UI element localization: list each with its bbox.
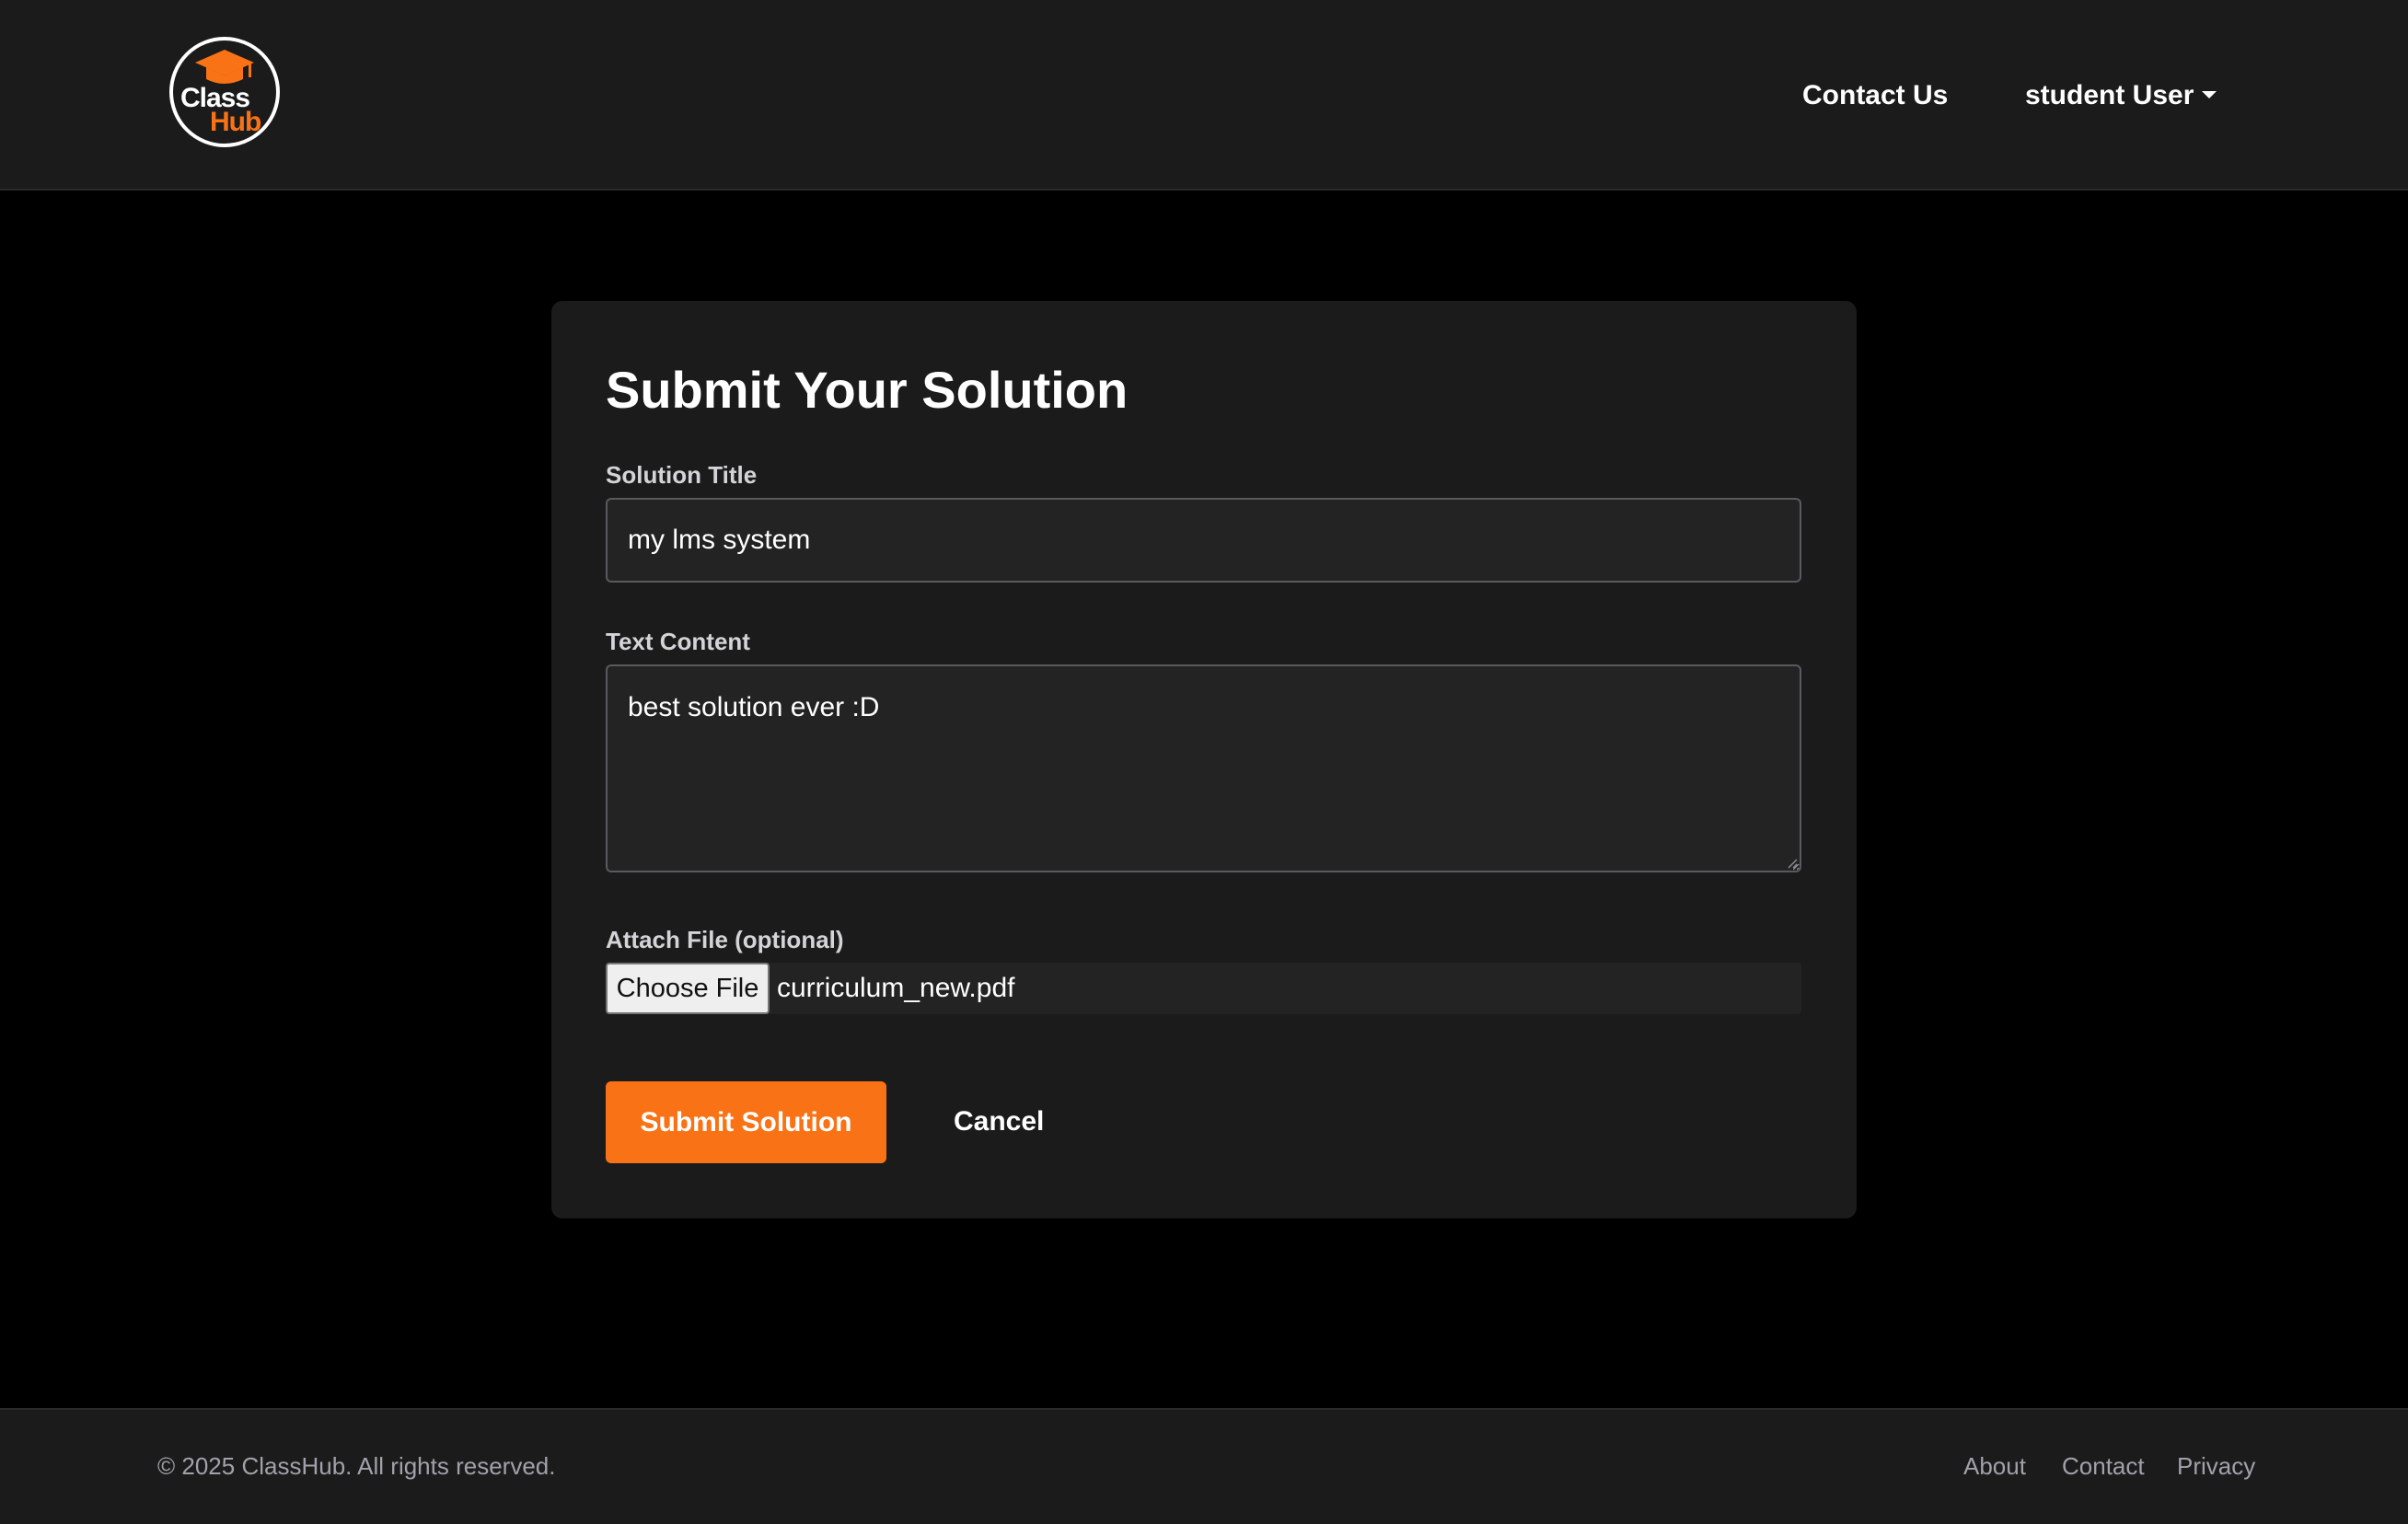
nav-contact-us[interactable]: Contact Us [1802,77,1948,114]
resize-handle-icon[interactable] [1787,858,1798,869]
footer-link-contact[interactable]: Contact [2062,1450,2145,1482]
choose-file-button[interactable]: Choose File [606,963,770,1014]
copyright-text: © 2025 ClassHub. All rights reserved. [157,1452,556,1480]
footer-link-privacy[interactable]: Privacy [2177,1450,2255,1482]
attach-file-label: Attach File (optional) [606,926,844,953]
submit-solution-button[interactable]: Submit Solution [606,1081,886,1163]
solution-title-input[interactable] [606,498,1801,583]
file-input[interactable]: Choose File curriculum_new.pdf [606,963,1801,1014]
cancel-button[interactable]: Cancel [954,1103,1044,1140]
selected-file-name: curriculum_new.pdf [777,973,1015,1003]
submit-solution-card: Submit Your Solution Solution Title Text… [551,301,1857,1218]
classhub-logo[interactable]: Class Hub [169,37,280,147]
page-title: Submit Your Solution [606,361,1129,419]
text-content-label: Text Content [606,628,750,655]
solution-title-label: Solution Title [606,461,758,489]
text-content-textarea[interactable]: best solution ever :D [606,664,1801,872]
footer-link-about[interactable]: About [1963,1450,2026,1482]
site-header: Class Hub Contact Us student User [0,0,2408,190]
site-footer: © 2025 ClassHub. All rights reserved. Ab… [0,1408,2408,1524]
caret-down-icon[interactable] [2202,91,2217,98]
user-menu-toggle[interactable]: student User [2025,77,2194,114]
logo-text-hub: Hub [210,107,261,137]
